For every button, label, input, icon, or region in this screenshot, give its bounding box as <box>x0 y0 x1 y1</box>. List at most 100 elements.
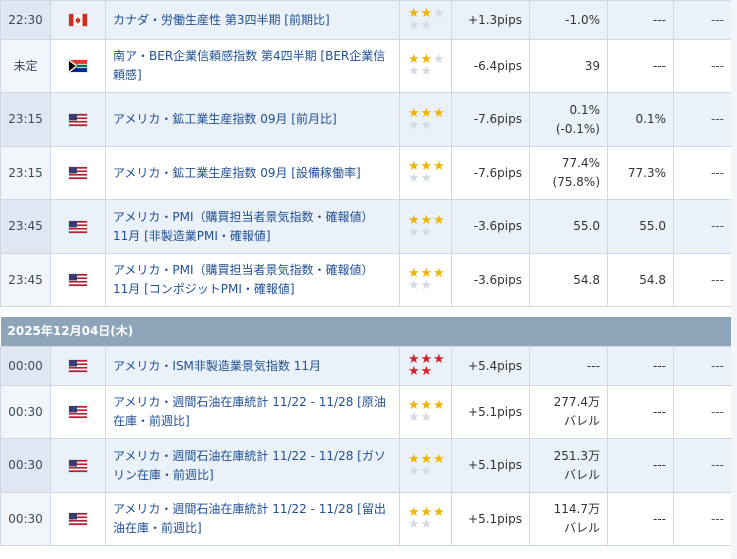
importance-stars: ★ ★ ★ ★ ★ <box>408 159 446 186</box>
star-empty-icon: ★ <box>420 171 433 186</box>
indicator-link[interactable]: カナダ・労働生産性 第3四半期 [前期比] <box>113 13 330 27</box>
date-header: 2025年12月04日(木) <box>0 317 732 347</box>
star-empty-icon: ★ <box>420 224 433 240</box>
indicator-link[interactable]: アメリカ・PMI（購買担当者景気指数・確報値） 11月 [非製造業PMI・確報値… <box>113 210 374 243</box>
time-cell: 23:45 <box>0 199 51 254</box>
forecast-cell: --- <box>607 346 674 386</box>
pips-cell: +5.1pips <box>451 385 530 439</box>
star-empty-icon: ★ <box>408 18 420 33</box>
economic-calendar: 22:30 カナダ・労働生産性 第3四半期 [前期比] ★ ★ ★ ★ ★ +1.3pips -… <box>0 0 737 559</box>
star-empty-icon: ★ <box>408 278 420 293</box>
pips-cell: +5.1pips <box>451 492 530 546</box>
indicator-link[interactable]: アメリカ・鉱工業生産指数 09月 [前月比] <box>113 112 337 126</box>
result-cell: 54.8 <box>529 253 608 307</box>
forecast-cell: --- <box>607 39 674 93</box>
indicator-link[interactable]: 南ア・BER企業信頼感指数 第4四半期 [BER企業信頼感] <box>113 49 385 82</box>
usa-flag-icon <box>69 167 87 179</box>
importance-stars: ★ ★ ★ ★ ★ <box>408 398 446 425</box>
importance-stars: ★ ★ ★ ★ ★ <box>408 6 446 33</box>
previous-cell: --- <box>673 0 732 40</box>
table-row[interactable]: 00:30 アメリカ・週間石油在庫統計 11/22 - 11/28 [ガソリン在庫… <box>0 438 732 493</box>
previous-cell: --- <box>673 146 732 200</box>
star-filled-icon: ★ <box>433 212 445 228</box>
star-empty-icon: ★ <box>408 410 420 425</box>
indicator-link[interactable]: アメリカ・ISM非製造業景気指数 11月 <box>113 359 321 373</box>
time-cell: 23:15 <box>0 92 51 147</box>
star-empty-icon: ★ <box>420 64 433 79</box>
result-cell: 114.7万 バレル <box>529 492 608 546</box>
scrollbar[interactable] <box>731 0 737 559</box>
star-filled-icon: ★ <box>433 105 445 121</box>
star-empty-icon: ★ <box>408 463 420 479</box>
previous-cell: --- <box>673 253 732 307</box>
star-empty-icon: ★ <box>420 463 433 479</box>
previous-cell: --- <box>673 438 732 493</box>
pips-cell: +5.1pips <box>451 438 530 493</box>
star-filled-icon: ★ <box>433 398 445 413</box>
table-row[interactable]: 23:15 アメリカ・鉱工業生産指数 09月 [前月比] ★ ★ ★ ★ ★ -7.6pips… <box>0 92 732 147</box>
time-cell: 00:30 <box>0 492 51 546</box>
importance-stars: ★ ★ ★ ★ ★ <box>408 105 446 133</box>
star-filled-icon: ★ <box>420 364 433 379</box>
result-cell: --- <box>529 346 608 386</box>
previous-cell: --- <box>673 346 732 386</box>
importance-stars: ★ ★ ★ ★ ★ <box>408 453 446 479</box>
previous-cell: --- <box>673 39 732 93</box>
star-empty-icon: ★ <box>408 117 420 133</box>
table-row[interactable]: 00:30 アメリカ・週間石油在庫統計 11/22 - 11/28 [留出油在庫・… <box>0 492 732 546</box>
table-row[interactable]: 00:30 アメリカ・週間石油在庫統計 11/22 - 11/28 [原油在庫・前… <box>0 385 732 439</box>
time-cell: 22:30 <box>0 0 51 40</box>
star-filled-icon: ★ <box>433 352 445 367</box>
indicator-link[interactable]: アメリカ・週間石油在庫統計 11/22 - 11/28 [留出油在庫・前週比] <box>113 502 386 535</box>
time-cell: 23:45 <box>0 253 51 307</box>
table-row[interactable]: 00:00 アメリカ・ISM非製造業景気指数 11月 ★ ★ ★ ★ ★ +5.4pips --… <box>0 346 732 386</box>
importance-stars: ★ ★ ★ ★ ★ <box>408 505 446 531</box>
star-filled-icon: ★ <box>433 505 445 520</box>
importance-stars: ★ ★ ★ ★ ★ <box>408 53 446 79</box>
star-empty-icon: ★ <box>420 18 433 33</box>
table-row[interactable]: 22:30 カナダ・労働生産性 第3四半期 [前期比] ★ ★ ★ ★ ★ +1.3pips -… <box>0 0 732 40</box>
star-empty-icon: ★ <box>420 278 433 293</box>
south-africa-flag-icon <box>69 60 87 72</box>
star-empty-icon: ★ <box>433 6 445 21</box>
usa-flag-icon <box>69 360 87 372</box>
result-cell: 251.3万 バレル <box>529 438 608 493</box>
table-row[interactable]: 23:45 アメリカ・PMI（購買担当者景気指数・確報値） 11月 [コンポジット… <box>0 253 732 307</box>
pips-cell: -6.4pips <box>451 39 530 93</box>
table-row[interactable]: 23:15 アメリカ・鉱工業生産指数 09月 [設備稼働率] ★ ★ ★ ★ ★ -7.6pi… <box>0 146 732 200</box>
time-cell: 23:15 <box>0 146 51 200</box>
star-empty-icon: ★ <box>420 117 433 133</box>
indicator-link[interactable]: アメリカ・週間石油在庫統計 11/22 - 11/28 [原油在庫・前週比] <box>113 395 386 428</box>
time-cell: 00:30 <box>0 438 51 493</box>
pips-cell: -3.6pips <box>451 253 530 307</box>
importance-stars: ★ ★ ★ ★ ★ <box>408 212 446 240</box>
indicator-link[interactable]: アメリカ・鉱工業生産指数 09月 [設備稼働率] <box>113 166 361 180</box>
indicator-link[interactable]: アメリカ・PMI（購買担当者景気指数・確報値） 11月 [コンポジットPMI・確… <box>113 263 374 296</box>
previous-cell: --- <box>673 199 732 254</box>
star-empty-icon: ★ <box>420 410 433 425</box>
importance-stars: ★ ★ ★ ★ ★ <box>408 267 446 293</box>
forecast-cell: 77.3% <box>607 146 674 200</box>
canada-flag-icon <box>69 14 87 26</box>
indicator-link[interactable]: アメリカ・週間石油在庫統計 11/22 - 11/28 [ガソリン在庫・前週比] <box>113 449 386 482</box>
forecast-cell: --- <box>607 0 674 40</box>
usa-flag-icon <box>69 113 87 126</box>
star-filled-icon: ★ <box>433 159 445 174</box>
pips-cell: +1.3pips <box>451 0 530 40</box>
usa-flag-icon <box>69 513 87 525</box>
table-row[interactable]: 23:45 アメリカ・PMI（購買担当者景気指数・確報値） 11月 [非製造業PM… <box>0 199 732 254</box>
pips-cell: -7.6pips <box>451 92 530 147</box>
table-row[interactable]: 未定 南ア・BER企業信頼感指数 第4四半期 [BER企業信頼感] ★ ★ ★ ★ ★ -6.… <box>0 39 732 93</box>
star-empty-icon: ★ <box>408 224 420 240</box>
previous-cell: --- <box>673 492 732 546</box>
previous-cell: --- <box>673 385 732 439</box>
time-cell: 00:30 <box>0 385 51 439</box>
time-cell: 00:00 <box>0 346 51 386</box>
result-cell: 55.0 <box>529 199 608 254</box>
usa-flag-icon <box>69 274 87 286</box>
usa-flag-icon <box>69 406 87 418</box>
forecast-cell: --- <box>607 438 674 493</box>
calendar-table: 22:30 カナダ・労働生産性 第3四半期 [前期比] ★ ★ ★ ★ ★ +1.3pips -… <box>0 0 732 546</box>
previous-cell: --- <box>673 92 732 147</box>
time-cell: 未定 <box>0 39 51 93</box>
